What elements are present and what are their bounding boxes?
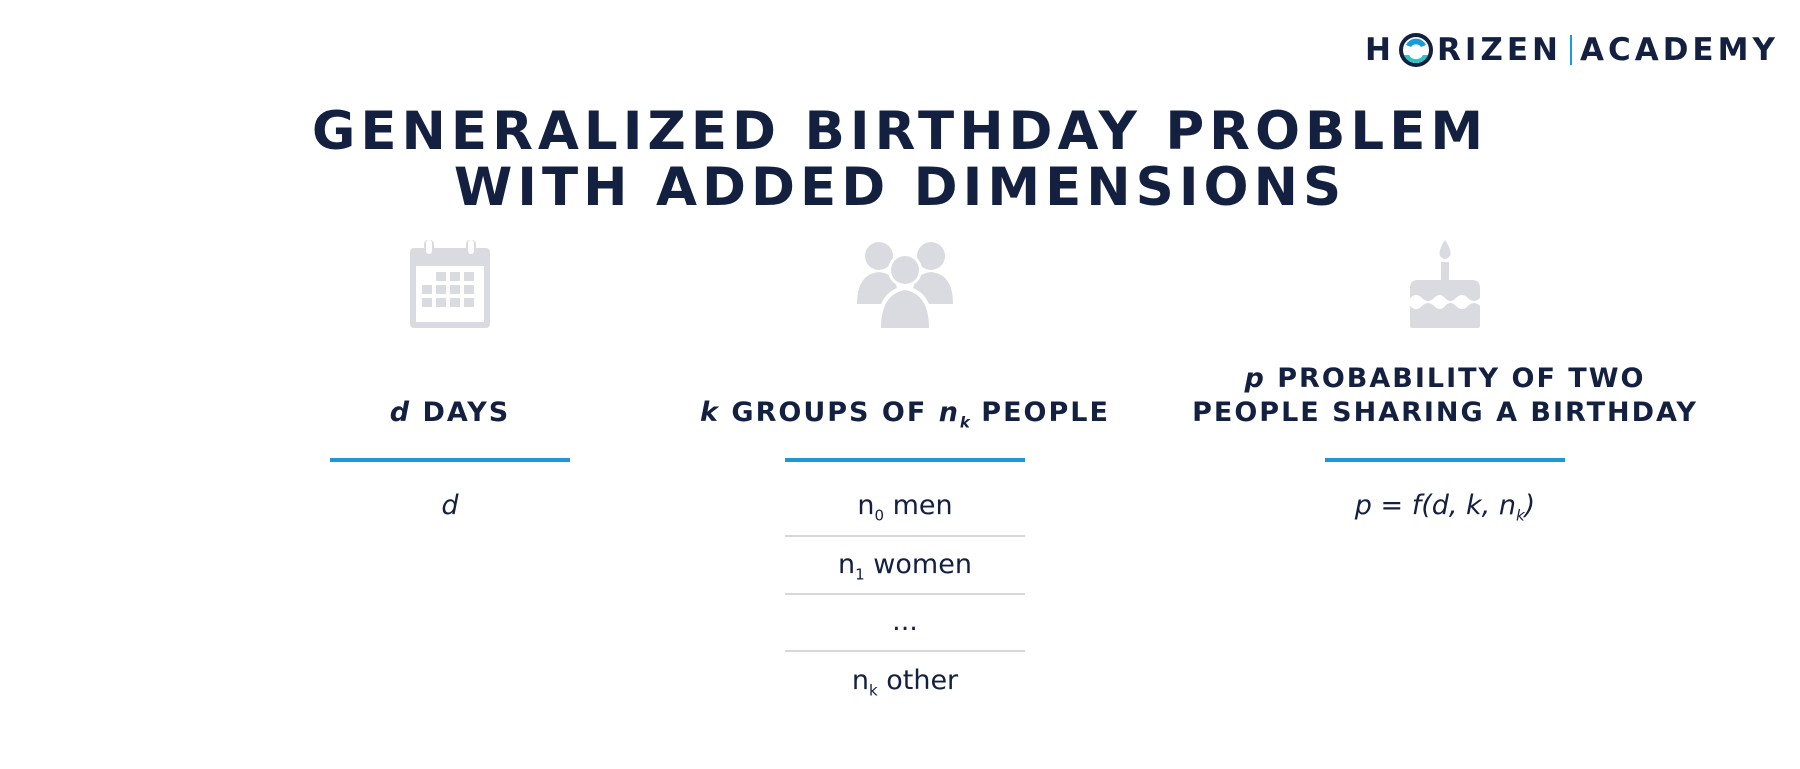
- calendar-icon: [330, 240, 570, 335]
- groups-heading: k GROUPS OF nk PEOPLE: [700, 396, 1110, 439]
- group-row: n0 men: [785, 490, 1025, 524]
- title-line-1: GENERALIZED BIRTHDAY PROBLEM: [311, 101, 1489, 162]
- people-group-icon: [700, 240, 1110, 335]
- probability-heading-line-1: PROBABILITY OF TWO: [1265, 363, 1646, 394]
- probability-heading-line-2: PEOPLE SHARING A BIRTHDAY: [1192, 397, 1698, 428]
- days-column: d DAYS: [330, 240, 570, 428]
- days-variable: d: [389, 397, 412, 428]
- group-row: nk other: [785, 665, 1025, 699]
- row-text: ...: [892, 606, 918, 637]
- row-base: n: [838, 549, 856, 580]
- groups-underline: [785, 458, 1025, 462]
- group-row: n1 women: [785, 549, 1025, 583]
- days-heading-text: DAYS: [411, 397, 511, 428]
- row-base: n: [851, 665, 869, 696]
- groups-variable-n: n: [938, 397, 960, 428]
- row-text: men: [884, 490, 953, 521]
- logo-separator: [1569, 35, 1572, 65]
- horizen-academy-logo: H RIZEN ACADEMY: [1365, 32, 1779, 68]
- groups-column: k GROUPS OF nk PEOPLE: [700, 240, 1110, 431]
- row-text: women: [864, 549, 972, 580]
- birthday-cake-icon: [1170, 240, 1720, 335]
- group-row: ...: [785, 606, 1025, 637]
- page-title: GENERALIZED BIRTHDAY PROBLEM WITH ADDED …: [0, 104, 1800, 216]
- probability-formula: p = f(d, k, nk): [1325, 490, 1565, 524]
- probability-underline: [1325, 458, 1565, 462]
- title-line-2: WITH ADDED DIMENSIONS: [453, 157, 1347, 218]
- formula-sub: k: [1515, 506, 1525, 525]
- horizen-o-logo-icon: [1398, 33, 1433, 67]
- days-heading: d DAYS: [330, 396, 570, 430]
- row-divider: [785, 593, 1025, 595]
- row-base: n: [857, 490, 875, 521]
- groups-variable-sub: k: [959, 413, 970, 432]
- probability-variable: p: [1244, 363, 1266, 394]
- row-sub: 0: [874, 506, 885, 525]
- logo-word-academy: ACADEMY: [1579, 32, 1779, 68]
- groups-variable-k: k: [700, 397, 721, 428]
- groups-heading-mid: GROUPS OF: [720, 397, 939, 428]
- row-divider: [785, 535, 1025, 537]
- formula-main: p = f(d, k, n: [1354, 490, 1516, 521]
- row-text: other: [877, 665, 959, 696]
- row-sub: k: [868, 681, 878, 700]
- formula-end: ): [1524, 490, 1536, 521]
- days-value: d: [441, 490, 459, 521]
- probability-heading: p PROBABILITY OF TWO PEOPLE SHARING A BI…: [1170, 362, 1720, 430]
- logo-word-rizen: RIZEN: [1436, 32, 1562, 68]
- groups-heading-text: PEOPLE: [969, 397, 1110, 428]
- row-sub: 1: [855, 565, 865, 584]
- row-divider: [785, 650, 1025, 652]
- logo-letter-h: H: [1365, 32, 1395, 68]
- probability-column: p PROBABILITY OF TWO PEOPLE SHARING A BI…: [1170, 240, 1720, 428]
- days-underline: [330, 458, 570, 462]
